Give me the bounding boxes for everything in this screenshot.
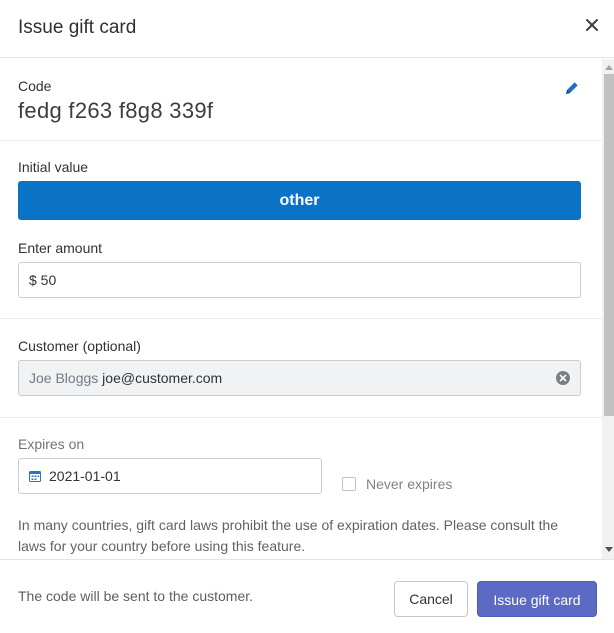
amount-input[interactable]: $ 50 <box>18 262 581 298</box>
expiration-note: In many countries, gift card laws prohib… <box>18 517 559 554</box>
customer-label: Customer (optional) <box>18 338 141 354</box>
issue-gift-card-button[interactable]: Issue gift card <box>477 581 597 617</box>
code-section: Code fedg f263 f8g8 339f <box>0 59 602 141</box>
code-label: Code <box>18 78 52 94</box>
clear-icon[interactable] <box>556 371 570 385</box>
code-value: fedg f263 f8g8 339f <box>18 98 214 123</box>
pencil-icon[interactable] <box>563 79 581 97</box>
clear-customer-button[interactable] <box>556 371 570 385</box>
expires-date-input[interactable]: 2021-01-01 <box>18 458 322 494</box>
dialog-body[interactable]: Code fedg f263 f8g8 339f Initial value o… <box>0 59 614 559</box>
dialog-footer: The code will be sent to the customer. C… <box>0 559 614 633</box>
edit-code-button[interactable] <box>563 79 581 97</box>
scroll-down-arrow[interactable] <box>605 547 613 552</box>
footer-info-text: The code will be sent to the customer. <box>18 588 254 604</box>
close-button[interactable] <box>580 13 604 37</box>
scroll-up-arrow[interactable] <box>605 65 613 70</box>
close-icon[interactable] <box>580 13 604 37</box>
calendar-icon <box>29 471 41 482</box>
initial-value-other-button[interactable]: other <box>18 181 581 220</box>
expires-on-label: Expires on <box>18 436 85 452</box>
customer-section: Customer (optional) Joe Bloggs joe@custo… <box>0 319 602 418</box>
customer-name: Joe Bloggs <box>29 370 99 386</box>
value-section: Initial value other Enter amount $ 50 <box>0 141 602 319</box>
scroll-thumb[interactable] <box>604 74 614 416</box>
enter-amount-label: Enter amount <box>18 240 103 256</box>
cancel-button[interactable]: Cancel <box>394 581 468 617</box>
expires-date-value: 2021-01-01 <box>49 468 121 484</box>
initial-value-label: Initial value <box>18 159 89 175</box>
dialog-title: Issue gift card <box>18 17 137 38</box>
issue-gift-card-dialog: Issue gift card Code fedg f263 f8g8 339f… <box>0 0 614 633</box>
dialog-header: Issue gift card <box>0 0 614 58</box>
customer-input[interactable]: Joe Bloggs joe@customer.com <box>18 360 581 396</box>
customer-email: joe@customer.com <box>102 370 223 386</box>
never-expires-label[interactable]: Never expires <box>366 476 452 492</box>
dialog-scrollbar[interactable] <box>602 59 614 559</box>
never-expires-checkbox[interactable] <box>342 477 356 491</box>
